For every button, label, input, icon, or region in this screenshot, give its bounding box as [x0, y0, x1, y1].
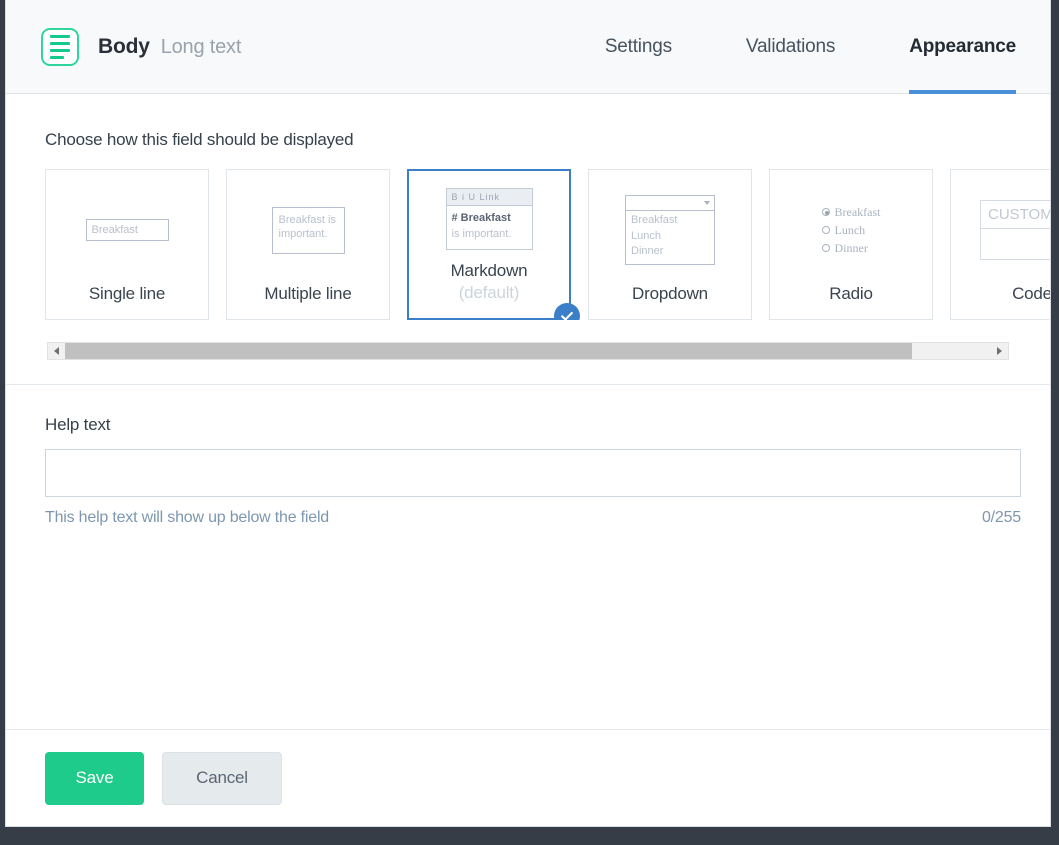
- radio-empty-icon: [821, 226, 830, 234]
- display-option-dropdown[interactable]: Breakfast Lunch Dinner Dropdown: [588, 169, 752, 320]
- preview-line-1: Breakfast is: [278, 213, 336, 226]
- selected-check-icon: [554, 303, 580, 320]
- modal-footer: Save Cancel: [6, 729, 1050, 826]
- markdown-heading-text: # Breakfast: [451, 212, 511, 225]
- code-preview: CUSTOM: [951, 170, 1050, 284]
- display-options-list: Breakfast Single line Breakfast is impor…: [45, 169, 1050, 320]
- markdown-paragraph-text: is important.: [451, 228, 512, 240]
- display-option-single-line[interactable]: Breakfast Single line: [45, 169, 209, 320]
- save-button[interactable]: Save: [45, 751, 144, 805]
- single-line-input-mock: Breakfast: [85, 219, 169, 241]
- help-text-hint: This help text will show up below the fi…: [45, 509, 329, 526]
- markdown-editor-mock: B i U Link # Breakfast is important.: [445, 188, 533, 250]
- dropdown-label-wrap: Dropdown: [589, 284, 751, 319]
- tab-appearance[interactable]: Appearance: [909, 0, 1016, 94]
- radio-group-mock: Breakfast Lunch Dinner: [821, 203, 881, 257]
- radio-option-label: Dinner: [834, 241, 868, 255]
- radio-option: Breakfast: [821, 203, 881, 221]
- help-text-footer: This help text will show up below the fi…: [45, 509, 1021, 527]
- multiple-line-textarea-mock: Breakfast is important.: [271, 206, 345, 254]
- long-text-field-icon: [41, 28, 79, 66]
- dropdown-mock: Breakfast Lunch Dinner: [625, 194, 715, 266]
- markdown-preview: B i U Link # Breakfast is important.: [409, 171, 569, 261]
- dropdown-option: Lunch: [631, 229, 661, 242]
- radio-empty-icon: [821, 244, 830, 252]
- page-title: Body: [98, 35, 150, 58]
- single-line-label-wrap: Single line: [46, 284, 208, 319]
- scrollbar-thumb[interactable]: [65, 343, 913, 359]
- dropdown-option: Breakfast: [631, 213, 678, 226]
- preview-line-2: important.: [278, 228, 328, 241]
- dropdown-options-mock: Breakfast Lunch Dinner: [625, 210, 715, 266]
- cancel-button[interactable]: Cancel: [162, 751, 282, 805]
- chevron-down-icon: [704, 200, 710, 205]
- dropdown-preview: Breakfast Lunch Dinner: [589, 170, 751, 284]
- help-text-counter: 0/255: [981, 509, 1021, 526]
- code-label-wrap: Code: [951, 284, 1050, 319]
- display-option-label: Single line: [88, 284, 166, 303]
- radio-option: Dinner: [821, 239, 881, 257]
- display-option-label: Dropdown: [632, 284, 708, 303]
- display-option-markdown[interactable]: B i U Link # Breakfast is important. Mar…: [407, 169, 580, 320]
- code-header-text: CUSTOM: [981, 201, 1050, 229]
- markdown-toolbar-mock: B i U Link: [446, 189, 532, 207]
- display-option-label: Radio: [829, 284, 873, 303]
- multiple-line-label-wrap: Multiple line: [227, 284, 389, 319]
- tab-settings[interactable]: Settings: [605, 0, 672, 94]
- display-option-code[interactable]: CUSTOM Code: [950, 169, 1050, 320]
- check-glyph: [561, 311, 573, 320]
- radio-option: Lunch: [821, 221, 881, 239]
- scroll-right-arrow-icon[interactable]: [991, 343, 1008, 359]
- display-options-section: Choose how this field should be displaye…: [6, 94, 1050, 385]
- tab-validations[interactable]: Validations: [746, 0, 836, 94]
- display-options-scrollbar[interactable]: [47, 342, 1009, 360]
- display-option-multiple-line[interactable]: Breakfast is important. Multiple line: [226, 169, 390, 320]
- radio-preview: Breakfast Lunch Dinner: [770, 170, 932, 284]
- modal-body: Choose how this field should be displaye…: [6, 94, 1050, 729]
- display-option-default-label: (default): [458, 283, 520, 302]
- display-option-radio[interactable]: Breakfast Lunch Dinner Radio: [769, 169, 933, 320]
- display-options-heading: Choose how this field should be displaye…: [45, 130, 354, 149]
- help-text-input[interactable]: [45, 449, 1021, 497]
- radio-label-wrap: Radio: [770, 284, 932, 319]
- scrollbar-track[interactable]: [65, 343, 991, 359]
- code-body-mock: [981, 229, 1050, 259]
- tab-bar: Settings Validations Appearance: [531, 0, 1050, 94]
- dropdown-select-mock: [625, 194, 715, 211]
- radio-selected-icon: [821, 208, 830, 216]
- display-option-label: Code: [1012, 284, 1050, 303]
- display-options-scroll-viewport: Breakfast Single line Breakfast is impor…: [6, 169, 1050, 320]
- help-text-label: Help text: [45, 415, 111, 434]
- markdown-body-mock: # Breakfast is important.: [447, 206, 532, 249]
- scroll-left-arrow-icon[interactable]: [48, 343, 65, 359]
- markdown-label-wrap: Markdown (default): [409, 261, 569, 318]
- radio-option-label: Breakfast: [834, 205, 881, 219]
- help-text-section: Help text This help text will show up be…: [6, 385, 1050, 729]
- code-editor-mock: CUSTOM: [980, 200, 1050, 260]
- header-identity: Body Long text: [6, 0, 241, 94]
- single-line-preview: Breakfast: [46, 170, 208, 284]
- multiple-line-preview: Breakfast is important.: [227, 170, 389, 284]
- radio-option-label: Lunch: [834, 223, 866, 237]
- display-option-label: Markdown: [450, 261, 528, 280]
- modal-header: Body Long text Settings Validations Appe…: [6, 0, 1050, 94]
- dropdown-option: Dinner: [631, 245, 664, 258]
- field-settings-modal: Body Long text Settings Validations Appe…: [5, 0, 1051, 827]
- display-option-label: Multiple line: [264, 284, 352, 303]
- field-type-label: Long text: [160, 35, 242, 58]
